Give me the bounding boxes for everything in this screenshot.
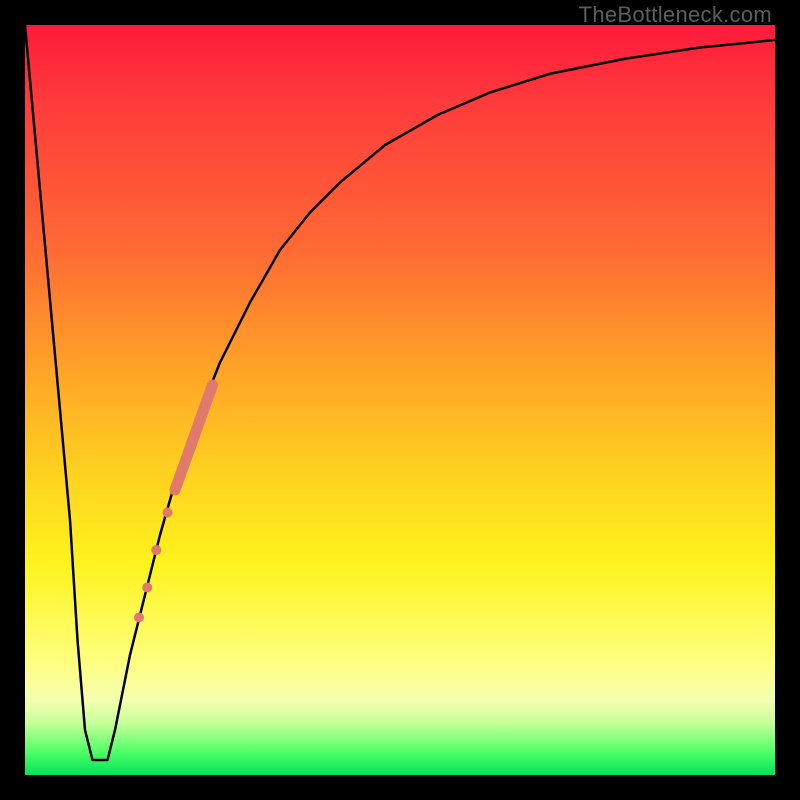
marker-dot-2 xyxy=(151,545,161,555)
bottleneck-curve xyxy=(25,25,775,760)
marker-dot-1 xyxy=(163,508,173,518)
marker-dot-3 xyxy=(142,583,152,593)
marker-segment xyxy=(175,385,213,490)
marker-dot-4 xyxy=(134,613,144,623)
chart-frame: TheBottleneck.com xyxy=(0,0,800,800)
curve-svg xyxy=(25,25,775,775)
